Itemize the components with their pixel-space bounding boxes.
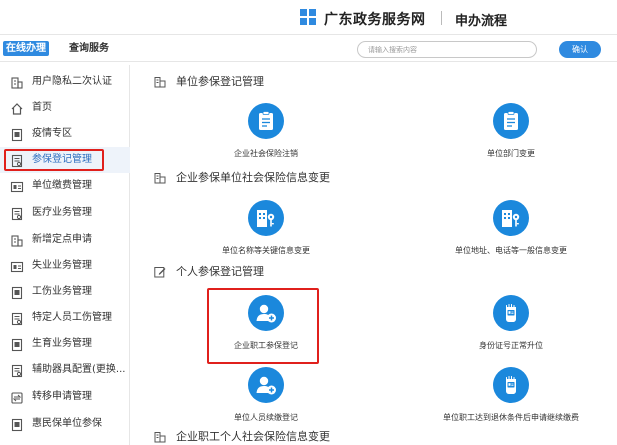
building-icon — [154, 432, 166, 443]
card-icon — [10, 179, 24, 193]
form-icon — [10, 206, 24, 221]
sidebar-item[interactable]: 转移申请管理 — [0, 384, 130, 410]
section-title-text: 企业职工个人社会保险信息变更 — [176, 430, 330, 443]
search-input[interactable] — [357, 41, 537, 58]
sidebar-item[interactable]: 辅助器具配置(更换... — [0, 357, 130, 383]
section-title-text: 个人参保登记管理 — [176, 265, 264, 278]
transfer-icon — [10, 390, 24, 404]
document-icon — [10, 285, 24, 300]
page: 广东政务服务网 申办流程 在线办理 查询服务 确认 用户隐私二次认证首页疫情专区… — [0, 0, 617, 445]
sidebar-item[interactable]: 首页 — [0, 95, 130, 121]
document-icon — [10, 127, 24, 142]
sidebar-item-label: 医疗业务管理 — [32, 207, 92, 218]
tab-online-service[interactable]: 在线办理 — [3, 41, 49, 56]
sidebar-item[interactable]: 生育业务管理 — [0, 331, 130, 357]
section-title: 单位参保登记管理 — [154, 75, 264, 89]
sidebar-item-label: 特定人员工伤管理 — [32, 312, 112, 323]
service-tile[interactable]: 单位地址、电话等一般信息变更 — [411, 200, 611, 260]
user-add-icon[interactable] — [248, 367, 284, 403]
service-label[interactable]: 身份证号正常升位 — [411, 340, 611, 351]
highlight-box-service — [207, 288, 319, 364]
sidebar-item-label: 惠民保单位参保 — [32, 418, 102, 429]
sidebar-item[interactable]: 特定人员工伤管理 — [0, 305, 130, 331]
building-icon — [154, 77, 166, 88]
section-title: 企业职工个人社会保险信息变更 — [154, 430, 330, 444]
building-key-icon[interactable] — [248, 200, 284, 236]
service-tile[interactable]: 单位职工达到退休条件后申请继续缴费 — [411, 367, 611, 427]
sidebar-item-label: 疫情专区 — [32, 128, 72, 139]
sidebar-item[interactable]: 用户隐私二次认证 — [0, 69, 130, 95]
building-icon — [10, 75, 24, 89]
service-tile[interactable]: 企业社会保险注销 — [166, 103, 366, 163]
sidebar-item-label: 用户隐私二次认证 — [32, 76, 112, 87]
document-icon — [10, 337, 24, 352]
top-nav: 在线办理 查询服务 确认 — [0, 34, 617, 62]
service-label[interactable]: 单位地址、电话等一般信息变更 — [411, 245, 611, 256]
sidebar: 用户隐私二次认证 首页 疫情专区 参保登记管理 单位缴费管理 医疗业务管理 新增定点申请 失业… — [0, 65, 130, 445]
service-tile[interactable]: 身份证号正常升位 — [411, 295, 611, 355]
sidebar-item[interactable]: 新增定点申请 — [0, 227, 130, 253]
sidebar-item-label: 生育业务管理 — [32, 338, 92, 349]
sidebar-item[interactable]: 疫情专区 — [0, 121, 130, 147]
page-section-title: 申办流程 — [455, 14, 508, 29]
clipboard-icon[interactable] — [248, 103, 284, 139]
site-header: 广东政务服务网 申办流程 — [0, 0, 617, 34]
sidebar-item-label: 转移申请管理 — [32, 391, 92, 402]
sidebar-item-label: 工伤业务管理 — [32, 286, 92, 297]
clipboard-icon[interactable] — [493, 103, 529, 139]
section-title-text: 企业参保单位社会保险信息变更 — [176, 171, 330, 184]
site-logo-icon — [300, 9, 316, 25]
sidebar-item[interactable]: 惠民保单位参保 — [0, 411, 130, 437]
building-key-icon[interactable] — [493, 200, 529, 236]
sidebar-item-label: 失业业务管理 — [32, 260, 92, 271]
section-title: 个人参保登记管理 — [154, 265, 264, 279]
service-label[interactable]: 企业社会保险注销 — [166, 148, 366, 159]
main-content: 单位参保登记管理企业参保单位社会保险信息变更 个人参保登记管理企业职工个人社会保险… — [136, 65, 617, 445]
hand-card-icon[interactable] — [493, 295, 529, 331]
service-label[interactable]: 单位部门变更 — [411, 148, 611, 159]
building-icon — [154, 173, 166, 184]
sidebar-item-label: 首页 — [32, 102, 52, 113]
service-tile[interactable]: 单位部门变更 — [411, 103, 611, 163]
service-tile[interactable]: 单位名称等关键信息变更 — [166, 200, 366, 260]
section-title-text: 单位参保登记管理 — [176, 75, 264, 88]
form-icon — [10, 311, 24, 326]
sidebar-item[interactable]: 工伤业务管理 — [0, 279, 130, 305]
sidebar-item[interactable]: 医疗业务管理 — [0, 200, 130, 226]
service-tile[interactable]: 单位人员续缴登记 — [166, 367, 366, 427]
service-label[interactable]: 单位职工达到退休条件后申请继续缴费 — [411, 412, 611, 423]
sidebar-item[interactable]: 单位缴费管理 — [0, 173, 130, 199]
sidebar-item-label: 单位缴费管理 — [32, 180, 92, 191]
highlight-box-sidebar — [4, 149, 104, 171]
building-icon — [10, 233, 24, 247]
edit-icon — [154, 267, 166, 278]
confirm-button[interactable]: 确认 — [559, 41, 601, 58]
sidebar-item[interactable]: 失业业务管理 — [0, 253, 130, 279]
sidebar-item-label: 辅助器具配置(更换... — [32, 364, 126, 375]
service-label[interactable]: 单位名称等关键信息变更 — [166, 245, 366, 256]
form-icon — [10, 363, 24, 378]
hand-card-icon[interactable] — [493, 367, 529, 403]
section-title: 企业参保单位社会保险信息变更 — [154, 171, 330, 185]
header-divider — [441, 11, 442, 25]
card-icon — [10, 259, 24, 273]
document-icon — [10, 417, 24, 432]
home-icon — [10, 101, 24, 115]
site-name[interactable]: 广东政务服务网 — [324, 9, 426, 29]
sidebar-item-label: 新增定点申请 — [32, 234, 92, 245]
tab-query-service[interactable]: 查询服务 — [69, 41, 109, 56]
service-label[interactable]: 单位人员续缴登记 — [166, 412, 366, 423]
